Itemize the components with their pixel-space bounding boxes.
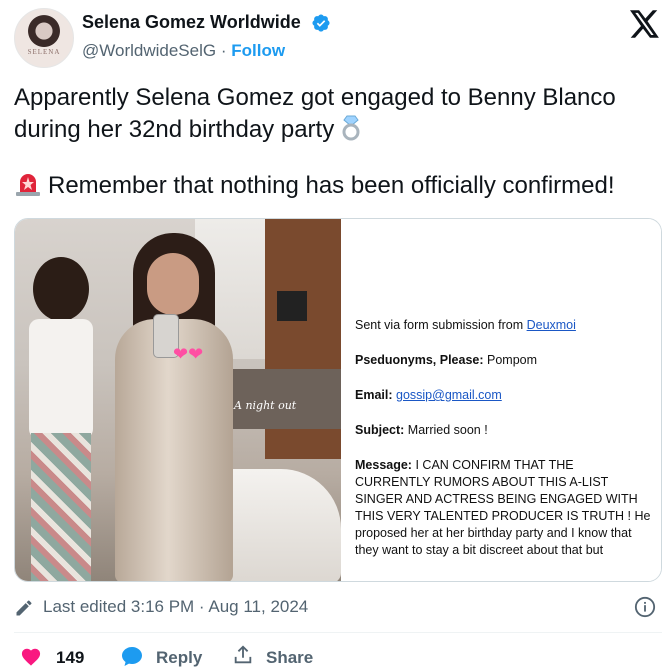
pseudonyms-value: Pompom [487,353,538,367]
reply-bubble-icon[interactable] [120,645,144,667]
like-count[interactable]: 149 [56,648,84,668]
tweet-line-3-wrap: Remember that nothing has been officiall… [14,170,615,202]
message-value: I CAN CONFIRM THAT THE CURRENTLY RUMORS … [355,458,651,557]
tweet-line-3: Remember that nothing has been officiall… [48,172,615,199]
last-edited-text[interactable]: Last edited 3:16 PM · Aug 11, 2024 [43,597,308,617]
display-name[interactable]: Selena Gomez Worldwide [82,12,301,33]
subject-label: Subject: [355,423,405,437]
photo-person-face [147,253,199,315]
hearts-icon: ❤❤ [173,344,204,364]
follow-button[interactable]: Follow [231,41,285,60]
email-value: gossip@gmail.com [396,388,502,402]
photo-person-left-pants [31,433,91,581]
pseudonyms-label: Pseduonyms, Please: [355,353,484,367]
email-pseudonyms: Pseduonyms, Please: Pompom [355,352,651,369]
tweet-meta: Last edited 3:16 PM · Aug 11, 2024 [14,596,662,620]
tweet-actions: 149 Reply Share [14,642,662,670]
message-label: Message: [355,458,412,472]
subject-value: Married soon ! [407,423,488,437]
x-logo-icon[interactable] [630,10,660,38]
tweet-header: SELENA Selena Gomez Worldwide @Worldwide… [0,0,666,72]
email-address: Email: gossip@gmail.com [355,387,651,404]
ring-icon [342,115,360,141]
sent-via-label: Sent via form submission from [355,318,524,332]
pencil-icon [16,600,32,616]
avatar[interactable]: SELENA [14,8,74,68]
rotating-light-icon [16,174,40,196]
handle[interactable]: @WorldwideSelG [82,41,216,60]
email-label: Email: [355,388,393,402]
handle-row: @WorldwideSelG · Follow [82,41,285,61]
sent-via-link: Deuxmoi [526,318,576,332]
engagement-photo[interactable]: ❤❤ A night out [15,219,341,581]
tweet-line-2-wrap: during her 32nd birthday party [14,114,654,146]
tweet-body: Apparently Selena Gomez got engaged to B… [14,82,654,146]
like-heart-icon[interactable] [20,646,42,666]
share-button[interactable]: Share [266,648,313,668]
photo-caption: A night out [234,399,297,412]
verified-badge-icon [312,14,330,32]
avatar-text: SELENA [27,48,61,56]
email-sent-via: Sent via form submission from Deuxmoi [355,317,651,334]
photo-tv [277,291,307,321]
tweet-line-1: Apparently Selena Gomez got engaged to B… [14,84,616,111]
email-screenshot[interactable]: Sent via form submission from Deuxmoi Ps… [341,219,661,581]
email-message: Message: I CAN CONFIRM THAT THE CURRENTL… [355,457,651,559]
email-subject: Subject: Married soon ! [355,422,651,439]
separator: · [220,41,227,60]
media-attachment[interactable]: ❤❤ A night out Sent via form submission … [14,218,662,582]
photo-person-left-shirt [29,319,93,439]
photo-person-left-hair [33,257,89,321]
info-icon[interactable] [634,596,656,618]
reply-button[interactable]: Reply [156,648,202,668]
tweet-line-2: during her 32nd birthday party [14,116,335,143]
divider [14,632,662,633]
share-icon[interactable] [232,644,254,666]
